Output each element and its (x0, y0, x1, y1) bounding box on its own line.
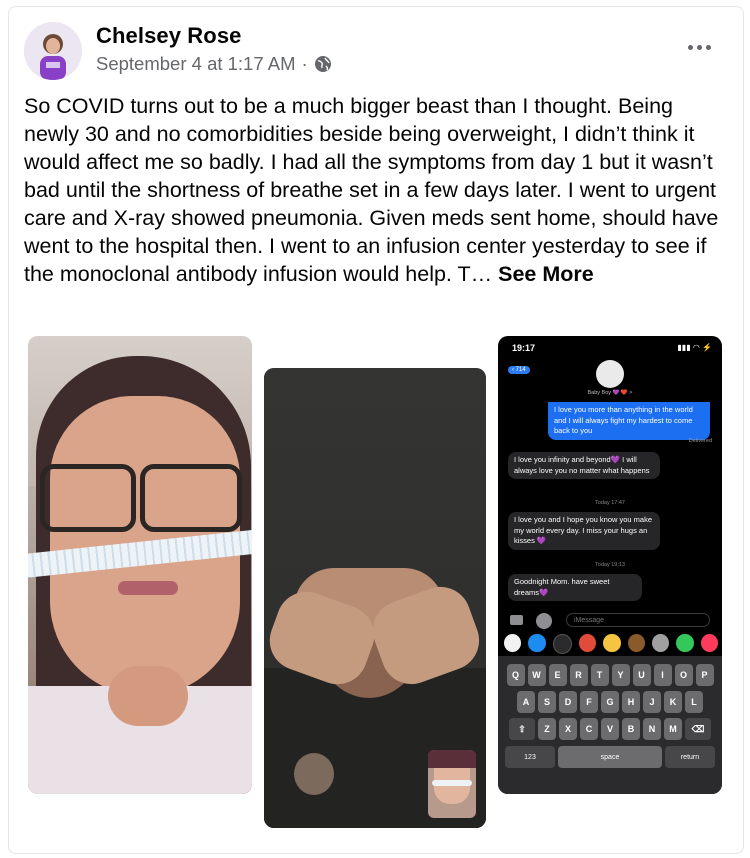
video-call-inset (428, 750, 476, 818)
keyboard: Q W E R T Y U I O P A S D F G H J K L ⇧ … (498, 656, 722, 794)
key: Q (506, 664, 525, 686)
message-stamp-2: Today 19:13 (595, 562, 625, 568)
phone-time: 19:17 (512, 343, 536, 353)
post-timestamp[interactable]: September 4 at 1:17 AM (96, 53, 296, 75)
photo-selfie[interactable] (28, 336, 252, 794)
key: W (527, 664, 546, 686)
received-message-3: Goodnight Mom. have sweet dreams💜 (508, 574, 642, 601)
compose-bar: iMessage (506, 612, 714, 630)
key: O (674, 664, 693, 686)
delivered-label: Delivered (688, 438, 712, 444)
key: K (664, 691, 682, 713)
contact-avatar (596, 360, 624, 388)
globe-icon (314, 55, 332, 73)
key: D (559, 691, 577, 713)
received-message-2: I love you and I hope you know you make … (508, 512, 660, 550)
key: L (685, 691, 703, 713)
post-body: So COVID turns out to be a much bigger b… (24, 94, 719, 286)
key: B (622, 718, 640, 740)
key: C (580, 718, 598, 740)
key: P (695, 664, 714, 686)
imessage-field: iMessage (566, 613, 710, 627)
sent-message: I love you more than anything in the wor… (548, 402, 710, 440)
numbers-key: 123 (505, 746, 555, 768)
key: N (643, 718, 661, 740)
shift-key: ⇧ (509, 718, 535, 740)
camera-icon (510, 615, 523, 625)
keyboard-row-3: ⇧ Z X C V B N M ⌫ (498, 718, 722, 740)
key: E (548, 664, 567, 686)
key: S (538, 691, 556, 713)
return-key: return (665, 746, 715, 768)
key: A (517, 691, 535, 713)
meta-separator: · (301, 53, 308, 74)
key: R (569, 664, 588, 686)
app-store-icon (536, 613, 552, 629)
delete-key: ⌫ (685, 718, 711, 740)
key: T (590, 664, 609, 686)
key: Y (611, 664, 630, 686)
key: V (601, 718, 619, 740)
photo-message-screenshot[interactable]: 19:17 ▮▮▮ ◠ ⚡ ‹ 714 Baby Boy 💜 ❤️ > I lo… (498, 336, 722, 794)
see-more-link[interactable]: See More (498, 262, 594, 286)
author-avatar[interactable] (24, 22, 82, 80)
keyboard-row-1: Q W E R T Y U I O P (498, 664, 722, 686)
keyboard-row-4: 123 space return (498, 746, 722, 768)
key: U (632, 664, 651, 686)
key: M (664, 718, 682, 740)
key: F (580, 691, 598, 713)
phone-status-icons: ▮▮▮ ◠ ⚡ (677, 343, 712, 352)
photo-heart-hands[interactable] (264, 368, 486, 828)
keyboard-row-2: A S D F G H J K L (498, 691, 722, 713)
key: X (559, 718, 577, 740)
back-count: 714 (515, 367, 526, 373)
key: J (643, 691, 661, 713)
author-name[interactable]: Chelsey Rose (96, 23, 242, 49)
key: Z (538, 718, 556, 740)
post-text: So COVID turns out to be a much bigger b… (24, 92, 724, 288)
key: H (622, 691, 640, 713)
back-button: ‹ 714 (508, 366, 530, 374)
more-options-icon[interactable] (682, 35, 716, 59)
received-message-1: I love you infinity and beyond💜 I will a… (508, 452, 660, 479)
imessage-apps-row (504, 634, 718, 654)
post-meta: September 4 at 1:17 AM · (96, 53, 332, 75)
space-key: space (558, 746, 662, 768)
key: G (601, 691, 619, 713)
key: I (653, 664, 672, 686)
contact-name: Baby Boy 💜 ❤️ > (587, 390, 633, 396)
message-stamp-1: Today 17:47 (595, 500, 625, 506)
